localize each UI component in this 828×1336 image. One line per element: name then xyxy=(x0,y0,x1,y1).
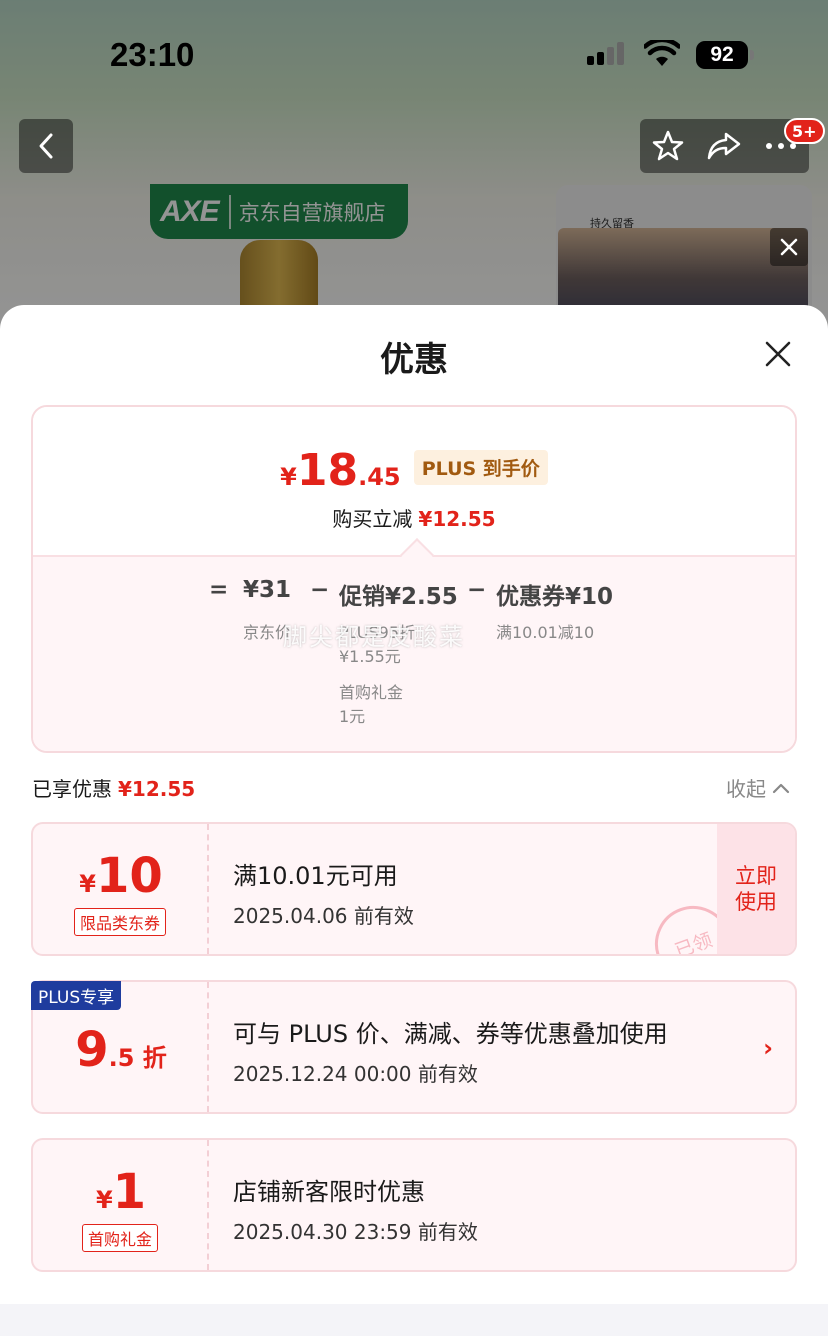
price-breakdown: = ¥31 京东价 − 促销¥2.55 PLUS95折 ¥1.55元 首购礼金 … xyxy=(33,555,795,751)
plus-price-tag: PLUS 到手价 xyxy=(413,450,548,485)
coupon-value: 9.5 折 xyxy=(75,1022,167,1078)
final-price-row: ¥18.45 PLUS 到手价 xyxy=(33,445,795,496)
wifi-icon xyxy=(644,40,680,66)
coupon-value: ¥10 xyxy=(79,848,163,904)
coupon-amount: 优惠券¥10 xyxy=(496,584,614,610)
coupon-type-tag: 限品类东券 xyxy=(73,908,167,936)
coupon-card-gift[interactable]: ¥1 首购礼金 店铺新客限时优惠 2025.04.30 23:59 前有效 xyxy=(31,1138,797,1272)
coupon-card-jd[interactable]: ¥10 限品类东券 满10.01元可用 2025.04.06 前有效 已领 立即… xyxy=(31,822,797,956)
enjoyed-label: 已享优惠 xyxy=(32,777,112,801)
coupon-expiry: 2025.12.24 00:00 前有效 xyxy=(233,1062,478,1086)
battery-tip xyxy=(750,50,754,60)
bottom-strip xyxy=(0,1304,828,1336)
coupon-condition: 可与 PLUS 价、满减、券等优惠叠加使用 xyxy=(233,1020,668,1048)
promo-detail-gift-value: 1元 xyxy=(339,707,366,726)
use-now-label-2: 使用 xyxy=(735,890,777,914)
status-time: 23:10 xyxy=(110,36,195,73)
chevron-up-icon xyxy=(772,783,790,793)
signal-icon xyxy=(587,42,624,65)
price-summary-card: ¥18.45 PLUS 到手价 购买立减 ¥12.55 = ¥31 京东价 − 促… xyxy=(31,405,797,753)
sheet-title: 优惠 xyxy=(380,340,448,380)
minus-sign: − xyxy=(310,577,330,603)
reduce-label: 购买立减 xyxy=(332,507,413,531)
coupon-value-area: ¥10 限品类东券 xyxy=(33,824,209,954)
message-badge: 5+ xyxy=(784,118,825,144)
star-icon[interactable] xyxy=(651,129,685,163)
close-icon xyxy=(780,238,798,256)
reduce-value: ¥12.55 xyxy=(418,507,496,531)
watermark: 脚尖都是皮酸菜 xyxy=(283,623,465,651)
enjoyed-value: ¥12.55 xyxy=(118,777,196,801)
coupon-type-tag: 首购礼金 xyxy=(81,1224,159,1252)
plus-exclusive-badge: PLUS专享 xyxy=(31,981,122,1010)
collapse-button[interactable]: 收起 xyxy=(726,773,790,802)
share-icon[interactable] xyxy=(706,130,742,162)
coupon-detail: 满10.01减10 xyxy=(496,623,595,642)
enjoyed-discount: 已享优惠 ¥12.55 xyxy=(32,773,195,802)
product-page-background: AXE 京东自营旗舰店 持久留香 23:10 92 5+ xyxy=(0,0,828,330)
promo-amount: 促销¥2.55 xyxy=(339,584,458,610)
chevron-right-icon[interactable]: › xyxy=(763,1034,773,1062)
chevron-left-icon xyxy=(39,133,53,159)
use-now-button[interactable]: 立即 使用 xyxy=(717,824,795,954)
promo-detail-gift-label: 首购礼金 xyxy=(339,683,404,702)
summary-header: ¥18.45 PLUS 到手价 购买立减 ¥12.55 xyxy=(33,407,795,555)
coupon-condition: 店铺新客限时优惠 xyxy=(233,1178,425,1206)
coupon-value: ¥1 xyxy=(95,1164,147,1220)
coupon-expiry: 2025.04.06 前有效 xyxy=(233,904,414,928)
back-button[interactable] xyxy=(19,119,73,173)
minus-sign: − xyxy=(467,577,487,603)
battery-indicator: 92 xyxy=(696,41,748,69)
coupon-card-plus[interactable]: 9.5 折 可与 PLUS 价、满减、券等优惠叠加使用 2025.12.24 0… xyxy=(31,980,797,1114)
floating-video-close-button[interactable] xyxy=(770,228,808,266)
final-price: ¥18.45 xyxy=(280,445,401,496)
close-icon[interactable] xyxy=(762,338,794,370)
use-now-label-1: 立即 xyxy=(735,864,777,888)
base-price: ¥31 xyxy=(243,577,292,603)
collapse-label: 收起 xyxy=(726,777,766,801)
discount-sheet: 优惠 ¥18.45 PLUS 到手价 购买立减 ¥12.55 = ¥31 京东价 … xyxy=(0,305,828,1336)
coupon-expiry: 2025.04.30 23:59 前有效 xyxy=(233,1220,478,1244)
equals-sign: = xyxy=(209,577,229,603)
reduce-row: 购买立减 ¥12.55 xyxy=(33,503,795,532)
coupon-value-area: ¥1 首购礼金 xyxy=(33,1140,209,1270)
coupon-condition: 满10.01元可用 xyxy=(233,862,398,890)
